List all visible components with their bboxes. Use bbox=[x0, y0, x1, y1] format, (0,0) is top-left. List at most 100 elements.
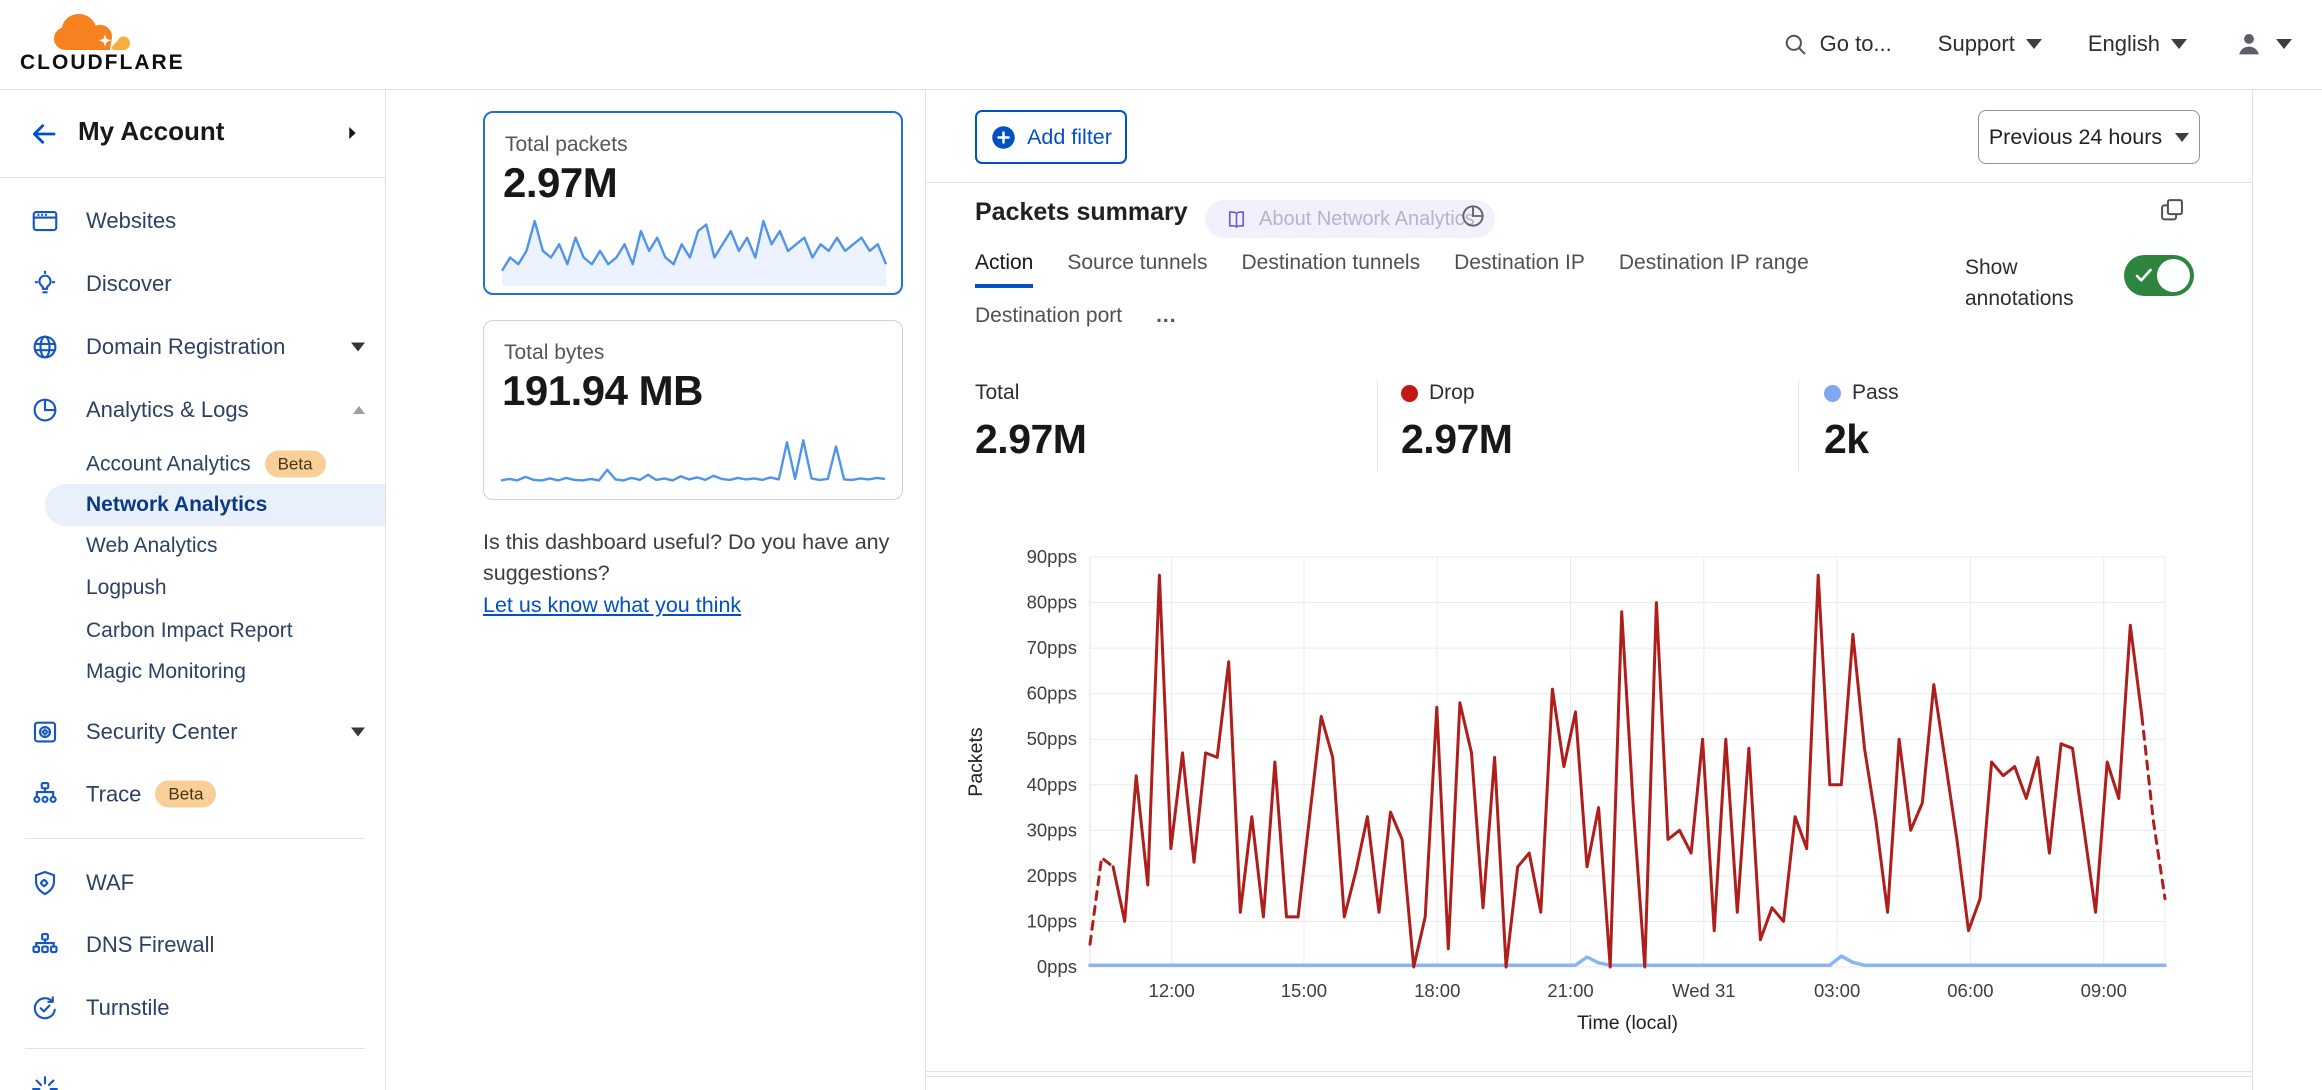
sidebar-item-trace[interactable]: Trace Beta bbox=[0, 765, 385, 823]
metric-label: Total bytes bbox=[504, 341, 604, 365]
add-filter-button[interactable]: Add filter bbox=[975, 110, 1127, 164]
panel-left-border bbox=[925, 90, 926, 1090]
about-pill-label: About Network Analytics bbox=[1259, 208, 1475, 231]
stat-value: 2k bbox=[1824, 416, 1899, 463]
total-packets-card[interactable]: Total packets 2.97M bbox=[483, 111, 903, 295]
trace-icon bbox=[30, 779, 60, 809]
sidebar-account-header[interactable]: My Account bbox=[0, 90, 385, 178]
chevron-down-icon bbox=[351, 728, 365, 737]
chevron-down-icon bbox=[2276, 39, 2292, 49]
feedback-link[interactable]: Let us know what you think bbox=[483, 590, 741, 621]
sidebar-item-label: Web Analytics bbox=[86, 534, 218, 558]
chevron-down-icon bbox=[2171, 39, 2187, 49]
feedback-block: Is this dashboard useful? Do you have an… bbox=[483, 527, 973, 621]
stat-label: Total bbox=[975, 381, 1019, 405]
tab-destination-port[interactable]: Destination port bbox=[975, 304, 1122, 337]
tab-action[interactable]: Action bbox=[975, 251, 1033, 288]
sidebar-item-label: Websites bbox=[86, 208, 176, 234]
svg-text:80pps: 80pps bbox=[1027, 592, 1077, 613]
beta-badge: Beta bbox=[265, 451, 326, 478]
toggle-knob bbox=[2157, 259, 2190, 292]
about-network-analytics-pill[interactable]: About Network Analytics bbox=[1205, 200, 1495, 238]
panel-right-border bbox=[2252, 90, 2253, 1090]
svg-text:0pps: 0pps bbox=[1037, 956, 1077, 977]
sidebar-divider bbox=[25, 1048, 365, 1049]
sidebar-item-analytics-logs[interactable]: Analytics & Logs bbox=[0, 381, 385, 439]
sidebar-item-magic-monitoring[interactable]: Magic Monitoring bbox=[0, 651, 385, 693]
sidebar-item-label: Discover bbox=[86, 271, 172, 297]
stat-divider bbox=[1377, 381, 1378, 471]
stat-pass: Pass 2k bbox=[1824, 381, 1899, 463]
panel-bottom-border bbox=[925, 1071, 2252, 1072]
show-annotations-toggle[interactable] bbox=[2124, 255, 2194, 296]
svg-text:03:00: 03:00 bbox=[1814, 980, 1860, 1001]
stat-value: 2.97M bbox=[1401, 416, 1512, 463]
time-range-label: Previous 24 hours bbox=[1989, 125, 2162, 150]
tab-destination-ip[interactable]: Destination IP bbox=[1454, 251, 1585, 288]
sidebar-item-domain-registration[interactable]: Domain Registration bbox=[0, 318, 385, 376]
svg-text:60pps: 60pps bbox=[1027, 683, 1077, 704]
tab-more[interactable]: ... bbox=[1156, 304, 1177, 337]
beta-badge: Beta bbox=[155, 781, 216, 808]
metric-label: Total packets bbox=[505, 133, 628, 157]
language-label: English bbox=[2088, 31, 2160, 57]
globe-icon bbox=[30, 332, 60, 362]
sidebar-item-label: Network Analytics bbox=[86, 493, 267, 517]
sidebar-item-logpush[interactable]: Logpush bbox=[0, 567, 385, 609]
browser-icon bbox=[30, 206, 60, 236]
feedback-question: Is this dashboard useful? Do you have an… bbox=[483, 527, 973, 589]
sidebar-item-waf[interactable]: WAF bbox=[0, 854, 385, 912]
packets-time-series-chart: 0pps10pps20pps30pps40pps50pps60pps70pps8… bbox=[960, 520, 2252, 1040]
sidebar-item-network-analytics[interactable]: Network Analytics bbox=[45, 484, 385, 526]
language-menu[interactable]: English bbox=[2088, 31, 2187, 57]
lightbulb-icon bbox=[30, 269, 60, 299]
sidebar-item-label: WAF bbox=[86, 870, 134, 896]
sidebar-item-label: DNS Firewall bbox=[86, 932, 214, 958]
stat-label: Pass bbox=[1852, 381, 1899, 405]
svg-text:90pps: 90pps bbox=[1027, 546, 1077, 567]
back-arrow-icon[interactable] bbox=[28, 118, 60, 150]
time-range-selector[interactable]: Previous 24 hours bbox=[1978, 110, 2200, 164]
pie-view-icon[interactable] bbox=[1459, 202, 1487, 230]
pass-dot bbox=[1824, 385, 1841, 402]
expand-copy-icon[interactable] bbox=[2158, 196, 2186, 224]
sidebar-item-security-center[interactable]: Security Center bbox=[0, 703, 385, 761]
support-menu[interactable]: Support bbox=[1938, 31, 2042, 57]
sidebar-item-web-analytics[interactable]: Web Analytics bbox=[0, 525, 385, 567]
sidebar-item-label: Trace bbox=[86, 781, 141, 807]
brand-wordmark: CLOUDFLARE bbox=[18, 51, 188, 75]
sidebar-item-label: Turnstile bbox=[86, 995, 170, 1021]
bytes-sparkline bbox=[499, 433, 887, 491]
tab-source-tunnels[interactable]: Source tunnels bbox=[1067, 251, 1207, 288]
sidebar-item-websites[interactable]: Websites bbox=[0, 192, 385, 250]
chevron-right-icon bbox=[341, 122, 363, 144]
chevron-up-icon bbox=[353, 406, 365, 414]
sidebar-item-discover[interactable]: Discover bbox=[0, 255, 385, 313]
sidebar-item-turnstile[interactable]: Turnstile bbox=[0, 979, 385, 1037]
stat-value: 2.97M bbox=[975, 416, 1086, 463]
sidebar-item-carbon-impact-report[interactable]: Carbon Impact Report bbox=[0, 610, 385, 652]
svg-text:70pps: 70pps bbox=[1027, 637, 1077, 658]
svg-text:30pps: 30pps bbox=[1027, 819, 1077, 840]
sidebar-item-dns-firewall[interactable]: DNS Firewall bbox=[0, 916, 385, 974]
go-to-search[interactable]: Go to... bbox=[1782, 31, 1892, 58]
next-card-top-border bbox=[925, 1076, 2252, 1077]
svg-text:Wed 31: Wed 31 bbox=[1672, 980, 1735, 1001]
sidebar-item-account-analytics[interactable]: Account AnalyticsBeta bbox=[0, 443, 385, 485]
sidebar-border bbox=[385, 90, 386, 1090]
account-name: My Account bbox=[78, 116, 224, 147]
cloudflare-logo[interactable]: CLOUDFLARE bbox=[18, 6, 188, 75]
sidebar-item-label: Carbon Impact Report bbox=[86, 619, 293, 643]
svg-text:10pps: 10pps bbox=[1027, 910, 1077, 931]
cloudflare-dashboard: CLOUDFLARE Go to... Support English My A… bbox=[0, 0, 2322, 1090]
sidebar-item-partial[interactable] bbox=[30, 1074, 60, 1090]
tab-destination-ip-range[interactable]: Destination IP range bbox=[1619, 251, 1809, 288]
search-icon bbox=[1782, 31, 1809, 58]
sidebar-item-label: Security Center bbox=[86, 719, 238, 745]
stat-drop: Drop 2.97M bbox=[1401, 381, 1512, 463]
node-tree-icon bbox=[30, 930, 60, 960]
total-bytes-card[interactable]: Total bytes 191.94 MB bbox=[483, 320, 903, 500]
tab-destination-tunnels[interactable]: Destination tunnels bbox=[1241, 251, 1420, 288]
stat-total: Total 2.97M bbox=[975, 381, 1086, 463]
account-menu[interactable] bbox=[2233, 28, 2292, 60]
